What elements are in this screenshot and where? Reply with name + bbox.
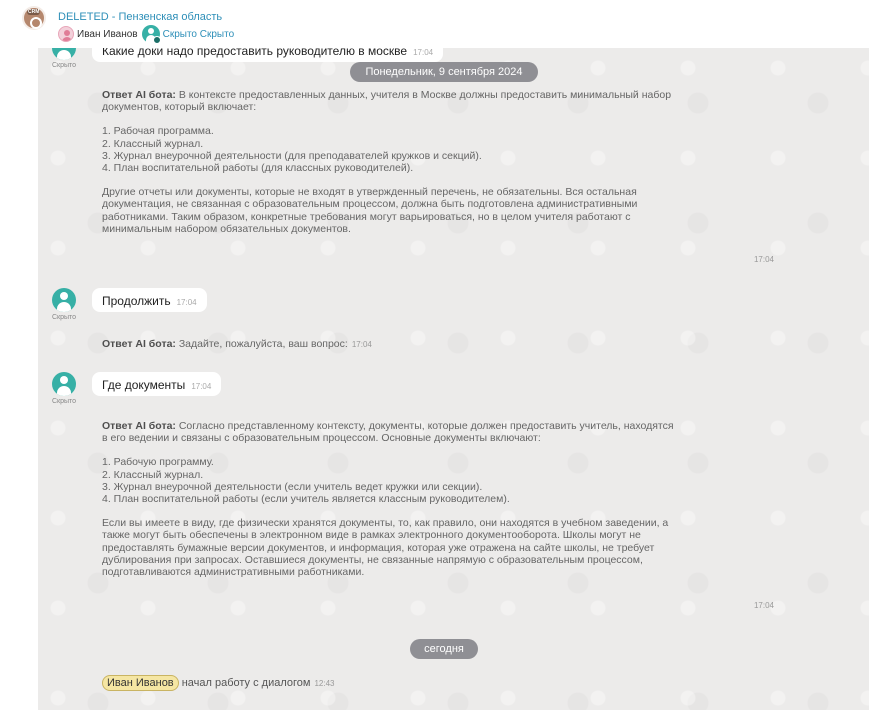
bot-message: Ответ AI бота: В контексте предоставленн…	[102, 89, 774, 314]
message-time: 17:04	[176, 298, 197, 307]
message-time: 17:04	[351, 340, 372, 349]
chat-title[interactable]: DELETED - Пензенская область	[58, 11, 222, 23]
bot-list-item: 1. Рабочая программа.	[102, 125, 214, 138]
bot-text-line: дублирования при запросах. Оставшиеся до…	[102, 553, 643, 566]
bot-text-line: в его ведении и связаны с образовательны…	[102, 432, 541, 445]
client-avatar-icon[interactable]	[141, 25, 161, 44]
user-message: Какие доки надо предоставить руководител…	[92, 48, 444, 62]
user-name[interactable]: Иван Иванов	[77, 29, 138, 40]
client-avatar-icon	[52, 372, 76, 396]
chat-history[interactable]: Скрыто Какие доки надо предоставить руко…	[38, 48, 869, 710]
avatar-label: Скрыто	[51, 62, 77, 69]
message-time: 17:04	[753, 255, 774, 264]
avatar-label: Скрыто	[51, 398, 77, 405]
participants-row: Иван Иванов Скрыто Скрыто	[58, 25, 235, 44]
bot-message: Ответ AI бота: Задайте, пожалуйста, ваш …	[102, 338, 774, 351]
bot-text-line: минимальным набором обязательных докумен…	[102, 222, 351, 235]
user-avatar-icon[interactable]	[58, 26, 74, 42]
message-text: Какие доки надо предоставить руководител…	[102, 48, 408, 58]
user-message: Продолжить 17:04	[92, 288, 207, 312]
crm-logo-icon[interactable]: CRM	[22, 6, 46, 30]
bot-list-item: 2. Классный журнал.	[102, 137, 204, 150]
message-time: 17:04	[753, 601, 774, 610]
chat-header: CRM DELETED - Пензенская область Иван Ив…	[0, 0, 869, 48]
message-text: Продолжить	[102, 294, 171, 308]
bot-text-line: также могут быть обеспечены в электронно…	[102, 529, 641, 542]
bot-text-line: Если вы имеете в виду, где физически хра…	[102, 517, 669, 530]
message-time: 17:04	[413, 48, 434, 57]
bot-message: Ответ AI бота: Согласно представленному …	[102, 420, 774, 615]
bot-text-line: подготавливаются административными работ…	[102, 566, 365, 579]
avatar-label: Скрыто	[51, 314, 77, 321]
bot-text-line: Другие отчеты или документы, которые не …	[102, 186, 637, 199]
bot-text-line: предоставлять бумажные версии документов…	[102, 541, 655, 554]
bot-text-line: Согласно представленному контексту, доку…	[175, 420, 674, 432]
client-name-link[interactable]: Скрыто Скрыто	[163, 29, 235, 40]
bot-text-line: работниками. Таким образом, конкретные т…	[102, 210, 631, 223]
event-text: начал работу с диалогом	[178, 677, 311, 689]
agent-name-badge[interactable]: Иван Иванов	[102, 675, 179, 691]
date-divider: Понедельник, 9 сентября 2024	[350, 62, 538, 82]
bot-text-line: В контексте предоставленных данных, учит…	[175, 89, 672, 101]
message-time: 17:04	[191, 382, 212, 391]
system-event: Иван Иванов начал работу с диалогом 12:43	[102, 675, 335, 691]
today-divider: сегодня	[410, 639, 478, 659]
client-avatar-icon	[52, 48, 76, 60]
client-avatar-icon	[52, 288, 76, 312]
bot-prefix: Ответ AI бота:	[102, 89, 176, 101]
bot-list-item: 2. Классный журнал.	[102, 468, 204, 481]
message-text: Где документы	[102, 378, 186, 392]
event-time: 12:43	[314, 679, 335, 688]
bot-list-item: 4. План воспитательной работы (для класс…	[102, 162, 414, 175]
bot-prefix: Ответ AI бота:	[102, 338, 176, 350]
bot-text-line: документов, который включает:	[102, 101, 257, 114]
bot-list-item: 3. Журнал внеурочной деятельности (если …	[102, 480, 483, 493]
bot-text-line: документация, не связанная с образовател…	[102, 198, 638, 211]
bot-text-line: Задайте, пожалуйста, ваш вопрос:	[175, 338, 348, 350]
bot-list-item: 3. Журнал внеурочной деятельности (для п…	[102, 149, 482, 162]
bot-prefix: Ответ AI бота:	[102, 420, 176, 432]
bot-list-item: 4. План воспитательной работы (если учит…	[102, 493, 510, 506]
user-message: Где документы 17:04	[92, 372, 222, 396]
bot-list-item: 1. Рабочую программу.	[102, 456, 214, 469]
